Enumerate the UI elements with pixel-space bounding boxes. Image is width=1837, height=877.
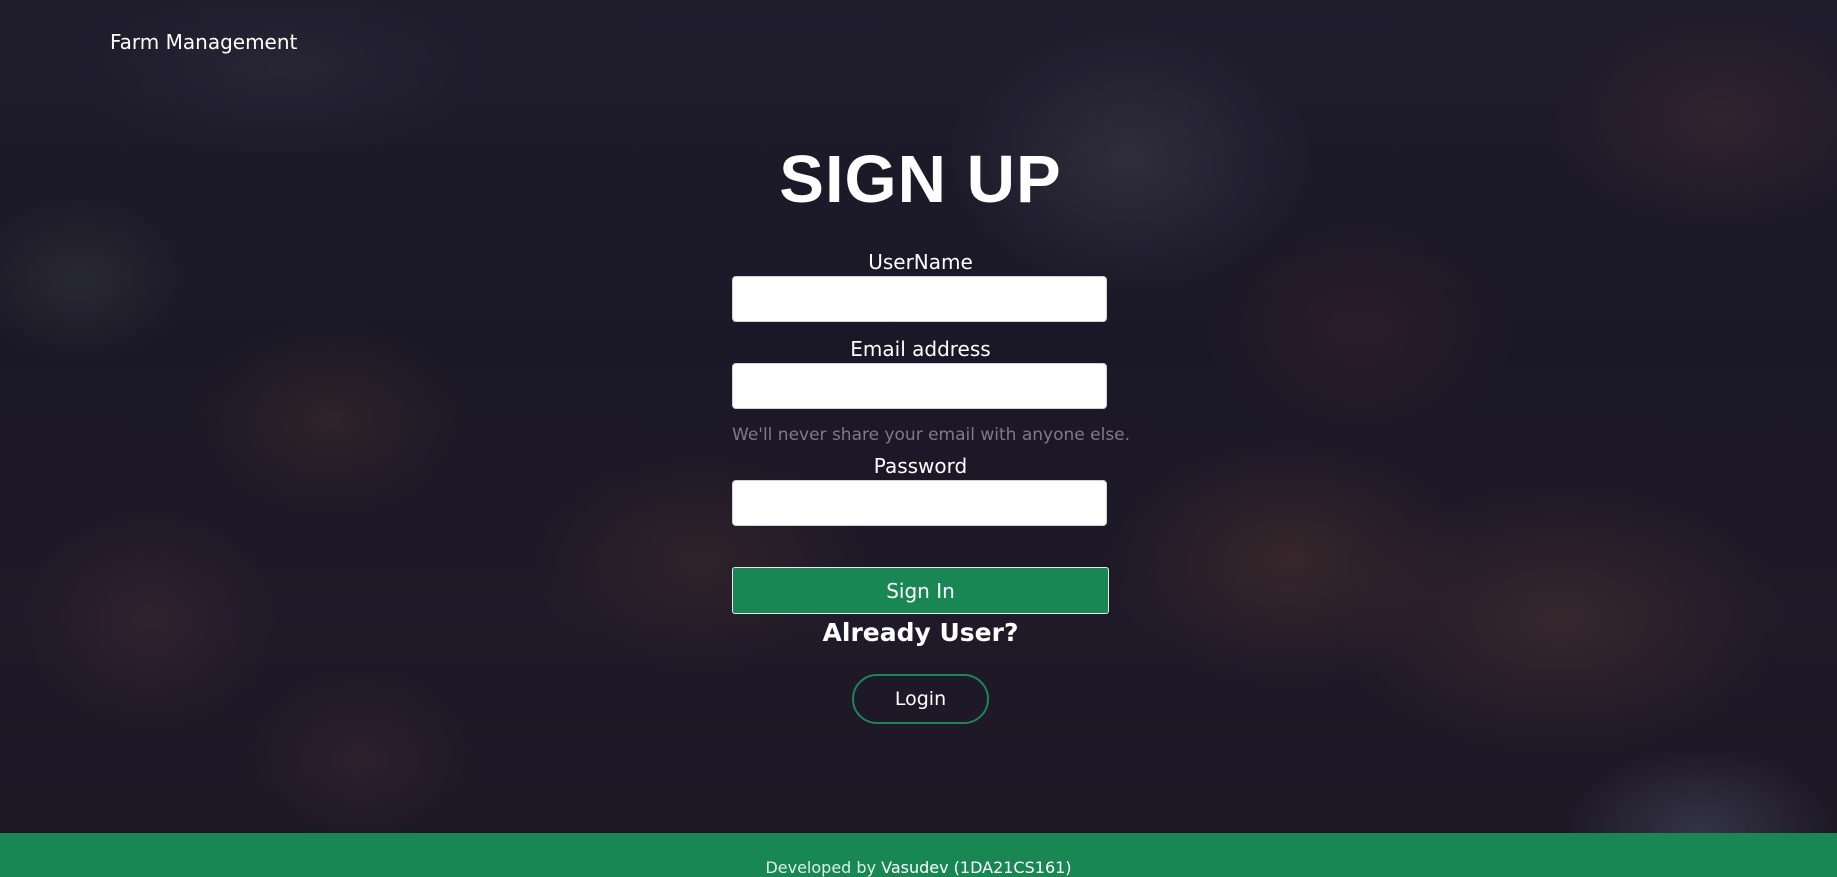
email-label: Email address <box>850 337 991 361</box>
username-input[interactable] <box>732 276 1107 322</box>
already-user-text: Already User? <box>822 618 1019 647</box>
signup-page: Farm Management SIGN UP UserName Email a… <box>0 0 1837 877</box>
password-input[interactable] <box>732 480 1107 526</box>
navbar-brand[interactable]: Farm Management <box>110 30 297 54</box>
login-button[interactable]: Login <box>852 674 989 724</box>
developer-name: Vasudev (1DA21CS161) <box>881 858 1072 877</box>
password-label: Password <box>873 454 968 478</box>
username-label: UserName <box>868 250 973 274</box>
page-title: SIGN UP <box>779 142 1062 217</box>
footer: Developed by Vasudev (1DA21CS161) <box>0 833 1837 877</box>
email-input[interactable] <box>732 363 1107 409</box>
footer-prefix: Developed by <box>765 858 877 877</box>
email-help-text: We'll never share your email with anyone… <box>732 425 1131 445</box>
sign-in-button[interactable]: Sign In <box>732 567 1109 614</box>
